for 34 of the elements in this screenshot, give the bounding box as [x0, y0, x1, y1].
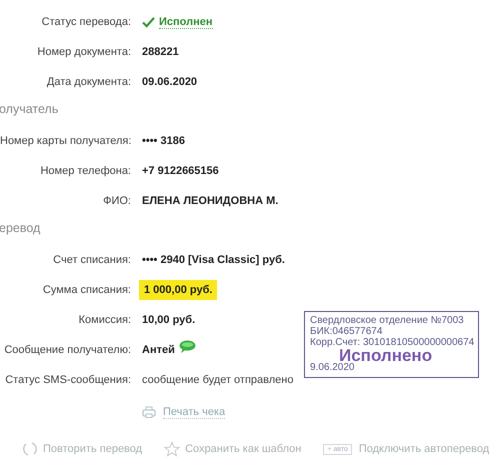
stamp-date: 9.06.2020: [310, 362, 356, 373]
field-label: Комиссия:: [78, 314, 131, 326]
field-value: 10,00 руб.: [142, 314, 196, 326]
field-label: Статус SMS-сообщения:: [4, 374, 131, 386]
field-label: Номер карты получателя:: [0, 135, 131, 147]
field-value: +7 9122665156: [142, 165, 219, 177]
field-label: Сообщение получателю:: [3, 344, 131, 356]
print-receipt-link[interactable]: Печать чека: [163, 406, 226, 418]
field-label: Сумма списания:: [42, 284, 131, 296]
field-value: ЕЛЕНА ЛЕОНИДОВНА М.: [142, 195, 278, 207]
printer-icon: [142, 406, 156, 418]
stamp-text: БИК:046577674: [310, 326, 384, 337]
field-label: ФИО:: [102, 195, 131, 207]
field-label: Дата документа:: [46, 76, 131, 88]
amount-value: 1 000,00 руб.: [139, 280, 218, 300]
action-link[interactable]: Сохранить как шаблон: [164, 441, 302, 457]
status-value[interactable]: Исполнен: [159, 16, 213, 28]
field-value: сообщение будет отправлено: [142, 374, 294, 386]
stamp-text: Свердловское отделение №7003: [310, 315, 465, 326]
field-label: Номер телефона:: [39, 165, 131, 177]
stamp-text: Корр.Счет: 30101810500000000674: [310, 337, 473, 348]
check-icon: [142, 16, 155, 28]
field-value: •••• 2940 [Visa Classic] руб.: [142, 254, 285, 266]
field-value: 288221: [142, 46, 179, 58]
field-label: Статус перевода:: [40, 16, 131, 28]
field-label: Номер документа:: [36, 46, 131, 58]
action-link[interactable]: Повторить перевод: [22, 441, 142, 457]
speech-bubble-icon: [178, 340, 196, 352]
star-icon: [164, 441, 180, 457]
field-label: Счет списания:: [52, 254, 131, 266]
field-value: Антей: [142, 344, 175, 356]
field-value: •••• 3186: [142, 135, 185, 147]
field-value: 09.06.2020: [142, 76, 198, 88]
stamp-mark: Исполнено: [339, 349, 434, 362]
